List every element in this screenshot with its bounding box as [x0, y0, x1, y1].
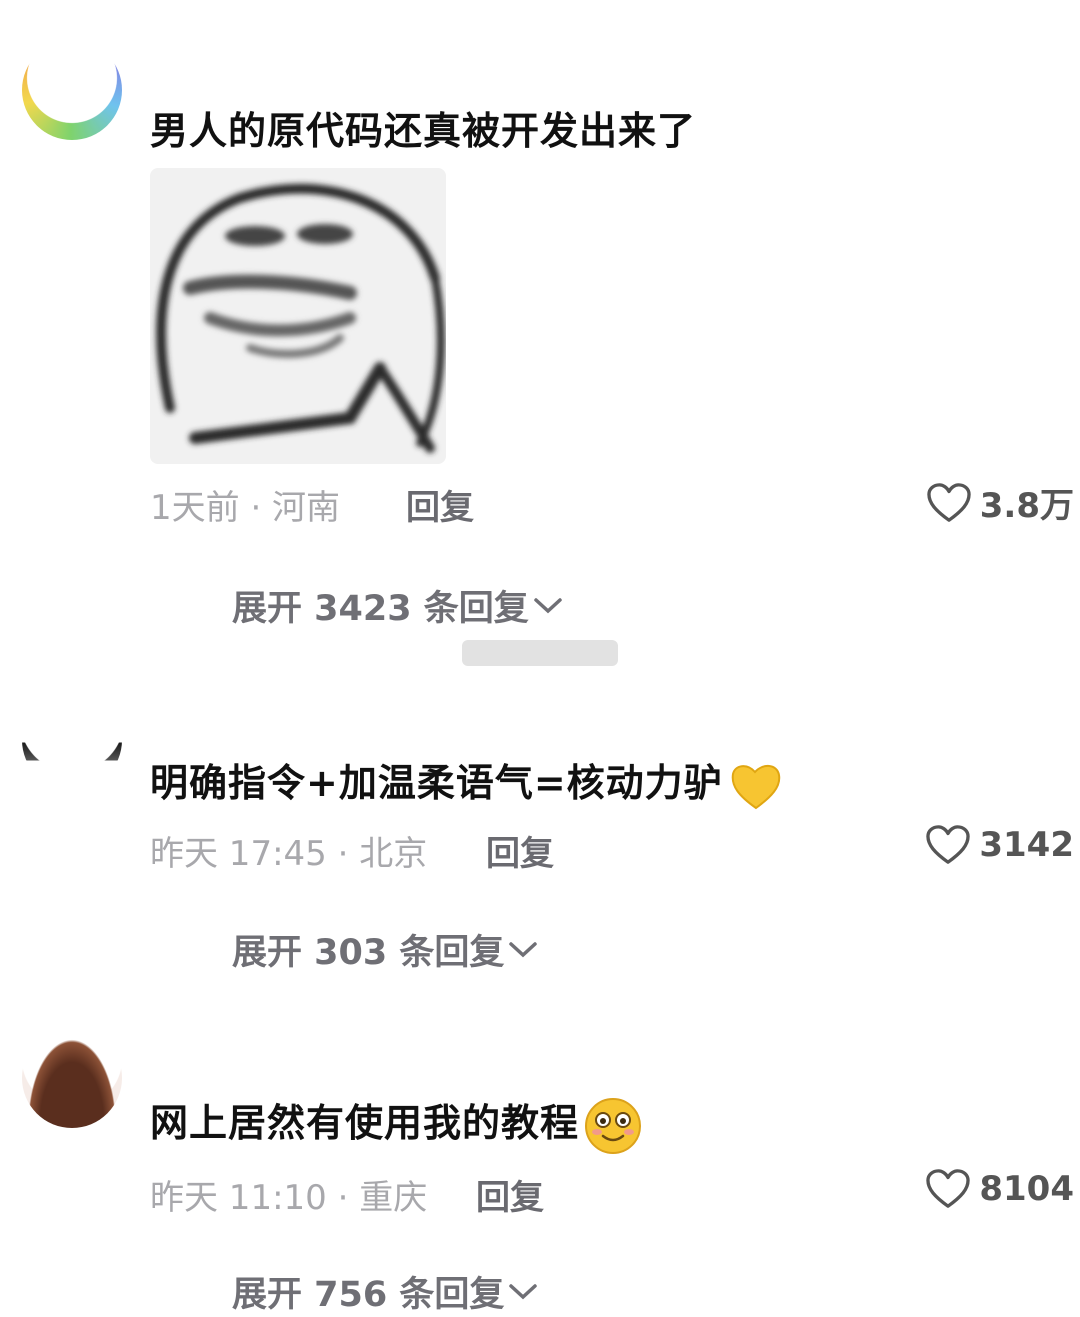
comment-time-location: 昨天 17:45 · 北京 — [150, 834, 428, 874]
heart-outline-icon — [926, 825, 971, 864]
watermark-blur — [462, 640, 618, 666]
comment-text: 明确指令+加温柔语气=核动力驴 — [150, 752, 785, 812]
like-count: 3142 — [979, 825, 1074, 865]
like-button[interactable]: 3.8万 — [926, 478, 1074, 527]
avatar[interactable] — [22, 690, 122, 790]
comment-time-location: 昨天 11:10 · 重庆 — [150, 1178, 428, 1218]
meme-face-icon — [156, 183, 445, 453]
reply-button[interactable]: 回复 — [406, 480, 474, 529]
expand-replies-label: 展开 303 条回复 — [232, 933, 505, 973]
chevron-down-icon — [509, 1283, 538, 1299]
heart-outline-icon — [927, 482, 971, 522]
expand-replies-button[interactable]: 展开 3423 条回复 — [232, 580, 563, 631]
smiling-face-emoji — [585, 1097, 642, 1154]
comment-text: 网上居然有使用我的教程 — [150, 1092, 643, 1156]
reply-button[interactable]: 回复 — [486, 826, 554, 875]
reply-button[interactable]: 回复 — [476, 1170, 544, 1219]
avatar[interactable] — [22, 40, 122, 140]
like-button[interactable]: 8104 — [925, 1168, 1074, 1210]
sticker-image[interactable] — [150, 168, 446, 464]
chevron-down-icon — [509, 941, 538, 957]
yellow-heart-emoji — [731, 764, 780, 809]
comment-text: 男人的原代码还真被开发出来了 — [150, 109, 697, 153]
comment-time-location: 1天前 · 河南 — [150, 488, 341, 528]
like-button[interactable]: 3142 — [925, 824, 1074, 866]
heart-outline-icon — [926, 1169, 971, 1208]
like-count: 8104 — [979, 1169, 1074, 1209]
expand-replies-label: 展开 3423 条回复 — [232, 589, 529, 629]
like-count: 3.8万 — [979, 486, 1074, 526]
chevron-down-icon — [534, 597, 562, 613]
expand-replies-button[interactable]: 展开 756 条回复 — [232, 1266, 538, 1317]
avatar[interactable] — [22, 1028, 122, 1128]
expand-replies-label: 展开 756 条回复 — [232, 1275, 505, 1315]
expand-replies-button[interactable]: 展开 303 条回复 — [232, 924, 538, 975]
